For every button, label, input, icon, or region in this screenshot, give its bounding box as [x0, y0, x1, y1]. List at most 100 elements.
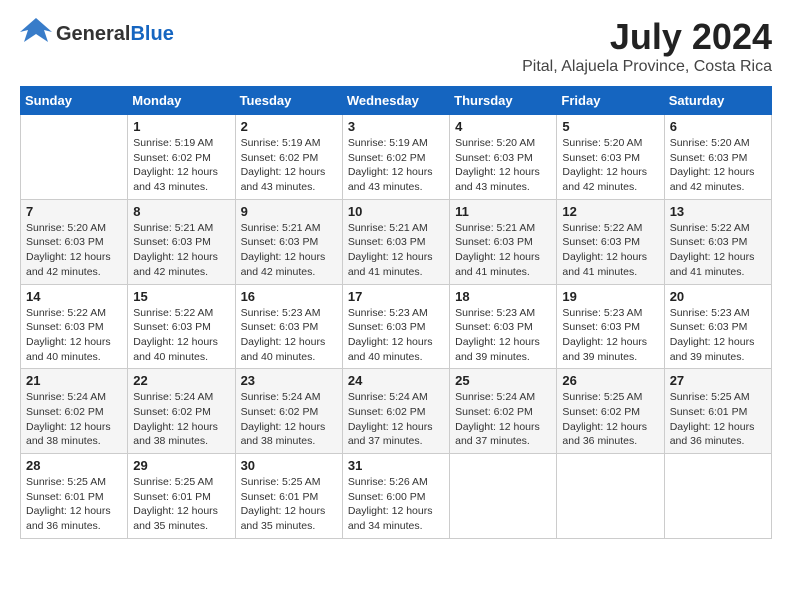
- day-number: 4: [455, 119, 551, 134]
- calendar-day-header: Thursday: [450, 87, 557, 115]
- day-info: Sunrise: 5:22 AM Sunset: 6:03 PM Dayligh…: [133, 306, 229, 365]
- day-info: Sunrise: 5:23 AM Sunset: 6:03 PM Dayligh…: [455, 306, 551, 365]
- day-number: 16: [241, 289, 337, 304]
- calendar-cell: 20 Sunrise: 5:23 AM Sunset: 6:03 PM Dayli…: [664, 284, 771, 369]
- calendar-cell: 2Sunrise: 5:19 AM Sunset: 6:02 PM Daylig…: [235, 115, 342, 200]
- calendar-day-header: Friday: [557, 87, 664, 115]
- calendar-cell: 23Sunrise: 5:24 AM Sunset: 6:02 PM Dayli…: [235, 369, 342, 454]
- page-subtitle: Pital, Alajuela Province, Costa Rica: [522, 58, 772, 76]
- calendar-week-row: 1 Sunrise: 5:19 AM Sunset: 6:02 PM Daylig…: [21, 115, 772, 200]
- calendar-week-row: 28 Sunrise: 5:25 AM Sunset: 6:01 PM Dayli…: [21, 454, 772, 539]
- day-number: 1: [133, 119, 229, 134]
- calendar-cell: [557, 454, 664, 539]
- day-info: Sunrise: 5:22 AM Sunset: 6:03 PM Dayligh…: [670, 221, 766, 280]
- day-number: 7: [26, 204, 122, 219]
- day-number: 18: [455, 289, 551, 304]
- day-number: 22: [133, 373, 229, 388]
- calendar-week-row: 7 Sunrise: 5:20 AM Sunset: 6:03 PM Daylig…: [21, 199, 772, 284]
- day-number: 8: [133, 204, 229, 219]
- day-info: Sunrise: 5:21 AM Sunset: 6:03 PM Dayligh…: [455, 221, 551, 280]
- day-info: Sunrise: 5:21 AM Sunset: 6:03 PM Dayligh…: [348, 221, 444, 280]
- day-number: 28: [26, 458, 122, 473]
- logo-name: GeneralBlue: [56, 23, 174, 45]
- calendar-cell: 14 Sunrise: 5:22 AM Sunset: 6:03 PM Dayli…: [21, 284, 128, 369]
- day-info: Sunrise: 5:21 AM Sunset: 6:03 PM Dayligh…: [241, 221, 337, 280]
- day-number: 6: [670, 119, 766, 134]
- calendar-cell: 28 Sunrise: 5:25 AM Sunset: 6:01 PM Dayli…: [21, 454, 128, 539]
- day-info: Sunrise: 5:25 AM Sunset: 6:01 PM Dayligh…: [670, 390, 766, 449]
- day-number: 26: [562, 373, 658, 388]
- day-number: 3: [348, 119, 444, 134]
- day-number: 14: [26, 289, 122, 304]
- calendar-cell: 13Sunrise: 5:22 AM Sunset: 6:03 PM Dayli…: [664, 199, 771, 284]
- day-number: 31: [348, 458, 444, 473]
- calendar-week-row: 21 Sunrise: 5:24 AM Sunset: 6:02 PM Dayli…: [21, 369, 772, 454]
- day-info: Sunrise: 5:25 AM Sunset: 6:01 PM Dayligh…: [133, 475, 229, 534]
- calendar-cell: 16 Sunrise: 5:23 AM Sunset: 6:03 PM Dayli…: [235, 284, 342, 369]
- day-number: 30: [241, 458, 337, 473]
- day-info: Sunrise: 5:26 AM Sunset: 6:00 PM Dayligh…: [348, 475, 444, 534]
- day-info: Sunrise: 5:19 AM Sunset: 6:02 PM Dayligh…: [133, 136, 229, 195]
- calendar-day-header: Wednesday: [342, 87, 449, 115]
- day-number: 2: [241, 119, 337, 134]
- logo-text-block: GeneralBlue: [56, 23, 174, 45]
- calendar-cell: 7 Sunrise: 5:20 AM Sunset: 6:03 PM Daylig…: [21, 199, 128, 284]
- calendar-cell: 22 Sunrise: 5:24 AM Sunset: 6:02 PM Dayli…: [128, 369, 235, 454]
- calendar-cell: 1 Sunrise: 5:19 AM Sunset: 6:02 PM Daylig…: [128, 115, 235, 200]
- calendar-cell: 21 Sunrise: 5:24 AM Sunset: 6:02 PM Dayli…: [21, 369, 128, 454]
- calendar-cell: 31 Sunrise: 5:26 AM Sunset: 6:00 PM Dayli…: [342, 454, 449, 539]
- day-info: Sunrise: 5:23 AM Sunset: 6:03 PM Dayligh…: [670, 306, 766, 365]
- calendar-cell: 10 Sunrise: 5:21 AM Sunset: 6:03 PM Dayli…: [342, 199, 449, 284]
- day-info: Sunrise: 5:22 AM Sunset: 6:03 PM Dayligh…: [26, 306, 122, 365]
- page-header: GeneralBlue July 2024 Pital, Alajuela Pr…: [20, 16, 772, 76]
- calendar-table: SundayMondayTuesdayWednesdayThursdayFrid…: [20, 86, 772, 539]
- day-info: Sunrise: 5:24 AM Sunset: 6:02 PM Dayligh…: [241, 390, 337, 449]
- calendar-cell: 30 Sunrise: 5:25 AM Sunset: 6:01 PM Dayli…: [235, 454, 342, 539]
- calendar-cell: 11 Sunrise: 5:21 AM Sunset: 6:03 PM Dayli…: [450, 199, 557, 284]
- day-info: Sunrise: 5:24 AM Sunset: 6:02 PM Dayligh…: [348, 390, 444, 449]
- day-info: Sunrise: 5:25 AM Sunset: 6:01 PM Dayligh…: [26, 475, 122, 534]
- day-number: 15: [133, 289, 229, 304]
- calendar-cell: 17Sunrise: 5:23 AM Sunset: 6:03 PM Dayli…: [342, 284, 449, 369]
- title-block: July 2024 Pital, Alajuela Province, Cost…: [522, 16, 772, 76]
- calendar-cell: [664, 454, 771, 539]
- calendar-day-header: Sunday: [21, 87, 128, 115]
- day-number: 21: [26, 373, 122, 388]
- day-info: Sunrise: 5:19 AM Sunset: 6:02 PM Dayligh…: [348, 136, 444, 195]
- day-info: Sunrise: 5:20 AM Sunset: 6:03 PM Dayligh…: [562, 136, 658, 195]
- day-info: Sunrise: 5:20 AM Sunset: 6:03 PM Dayligh…: [670, 136, 766, 195]
- calendar-cell: 6 Sunrise: 5:20 AM Sunset: 6:03 PM Daylig…: [664, 115, 771, 200]
- day-number: 11: [455, 204, 551, 219]
- calendar-cell: 25Sunrise: 5:24 AM Sunset: 6:02 PM Dayli…: [450, 369, 557, 454]
- calendar-cell: 29 Sunrise: 5:25 AM Sunset: 6:01 PM Dayli…: [128, 454, 235, 539]
- calendar-cell: 4 Sunrise: 5:20 AM Sunset: 6:03 PM Daylig…: [450, 115, 557, 200]
- calendar-cell: 18 Sunrise: 5:23 AM Sunset: 6:03 PM Dayli…: [450, 284, 557, 369]
- calendar-cell: 5 Sunrise: 5:20 AM Sunset: 6:03 PM Daylig…: [557, 115, 664, 200]
- calendar-cell: 3 Sunrise: 5:19 AM Sunset: 6:02 PM Daylig…: [342, 115, 449, 200]
- day-info: Sunrise: 5:23 AM Sunset: 6:03 PM Dayligh…: [562, 306, 658, 365]
- day-number: 9: [241, 204, 337, 219]
- logo: GeneralBlue: [20, 16, 174, 51]
- day-info: Sunrise: 5:25 AM Sunset: 6:01 PM Dayligh…: [241, 475, 337, 534]
- day-number: 29: [133, 458, 229, 473]
- day-number: 5: [562, 119, 658, 134]
- day-number: 20: [670, 289, 766, 304]
- day-info: Sunrise: 5:24 AM Sunset: 6:02 PM Dayligh…: [133, 390, 229, 449]
- day-info: Sunrise: 5:20 AM Sunset: 6:03 PM Dayligh…: [26, 221, 122, 280]
- calendar-cell: 19Sunrise: 5:23 AM Sunset: 6:03 PM Dayli…: [557, 284, 664, 369]
- day-number: 10: [348, 204, 444, 219]
- day-number: 12: [562, 204, 658, 219]
- day-info: Sunrise: 5:24 AM Sunset: 6:02 PM Dayligh…: [455, 390, 551, 449]
- calendar-cell: [450, 454, 557, 539]
- day-info: Sunrise: 5:20 AM Sunset: 6:03 PM Dayligh…: [455, 136, 551, 195]
- calendar-cell: 15 Sunrise: 5:22 AM Sunset: 6:03 PM Dayli…: [128, 284, 235, 369]
- calendar-cell: 27Sunrise: 5:25 AM Sunset: 6:01 PM Dayli…: [664, 369, 771, 454]
- calendar-cell: 12Sunrise: 5:22 AM Sunset: 6:03 PM Dayli…: [557, 199, 664, 284]
- calendar-day-header: Saturday: [664, 87, 771, 115]
- calendar-header-row: SundayMondayTuesdayWednesdayThursdayFrid…: [21, 87, 772, 115]
- day-info: Sunrise: 5:21 AM Sunset: 6:03 PM Dayligh…: [133, 221, 229, 280]
- logo-bird-icon: [20, 16, 52, 51]
- day-info: Sunrise: 5:23 AM Sunset: 6:03 PM Dayligh…: [241, 306, 337, 365]
- page-title: July 2024: [522, 16, 772, 58]
- day-info: Sunrise: 5:24 AM Sunset: 6:02 PM Dayligh…: [26, 390, 122, 449]
